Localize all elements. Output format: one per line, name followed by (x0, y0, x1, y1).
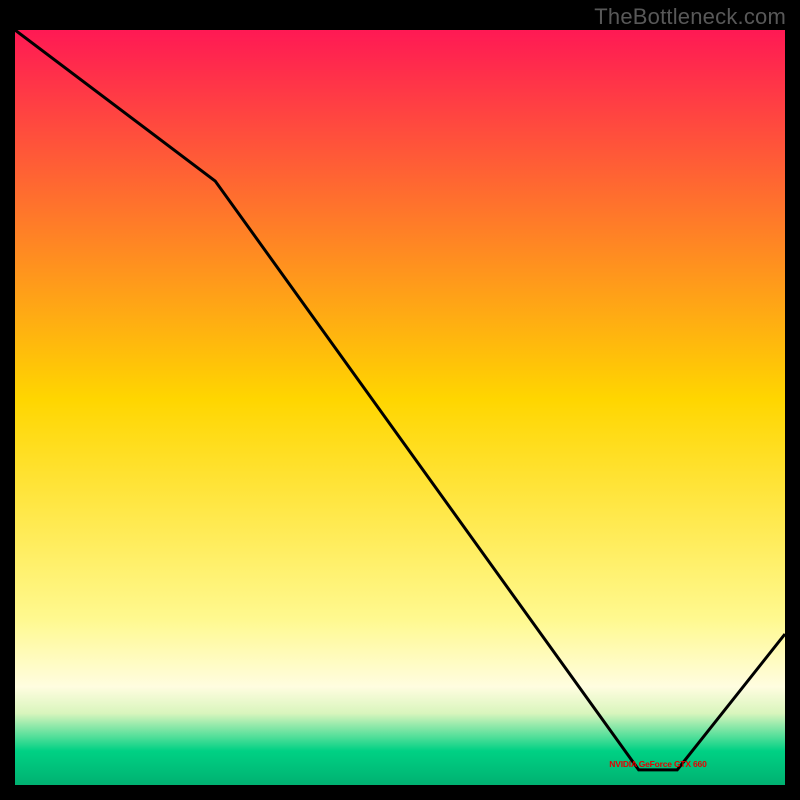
chart-container: TheBottleneck.com NVIDIA GeForce GTX 660 (0, 0, 800, 800)
chart-plot (15, 30, 785, 785)
chart-frame: NVIDIA GeForce GTX 660 (15, 30, 785, 785)
chart-background (15, 30, 785, 785)
attribution-text: TheBottleneck.com (594, 4, 786, 30)
